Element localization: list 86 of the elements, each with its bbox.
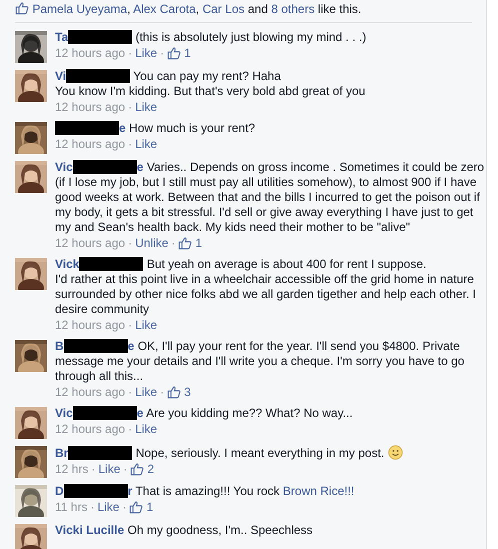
redaction-bar [68, 30, 132, 44]
author-link[interactable]: Vic [55, 160, 73, 174]
separator-dot: · [128, 421, 132, 437]
likes-text: like this. [318, 2, 362, 16]
mention-link[interactable]: Brown Rice!!! [282, 484, 354, 498]
thumbs-up-icon [178, 236, 192, 250]
comment-text: Vicki Lucille Oh my goodness, I'm.. Speechless [55, 523, 314, 538]
liker-link[interactable]: 8 others [271, 2, 315, 16]
comment-time: 12 hours ago [55, 421, 126, 437]
separator-dot: · [128, 45, 132, 61]
comment-text: Vic e Varies.. Depends on gross income . Sometimes it could be zero (if I lose my job, but I still must pay all utilities somehow), to almost 900 if I have good weeks at work. Between that and the bills I incurred to get the poison out if my body, it gets a bit stressful. I'd sell or give away everything I have just to get my and Sean's health back. My kids need their mother to be "alive" [55, 160, 486, 235]
author-link[interactable]: D [55, 484, 64, 498]
like-count: 2 [147, 461, 154, 477]
redaction-bar [68, 446, 132, 460]
like-count: 1 [184, 45, 191, 61]
comment-text: Br Nope, seriously. I meant everything in my post. [55, 445, 486, 461]
separator-dot: · [128, 317, 132, 333]
comment-time: 12 hours ago [55, 235, 126, 251]
like-link[interactable]: Like [135, 421, 158, 437]
like-count: 3 [184, 384, 191, 400]
thumbs-up-icon [167, 46, 182, 60]
likes-text: , [196, 2, 200, 16]
redaction-bar [55, 121, 119, 135]
liker-link[interactable]: Pamela Uyeyama [32, 2, 128, 16]
comment-time: 12 hrs [55, 461, 88, 477]
thumbs-up-icon [15, 1, 29, 15]
comment-text: Vi You can pay my rent? Haha You know I'm kidding. But that's very bold abd great of you [55, 69, 366, 99]
separator-dot: · [122, 499, 126, 515]
comment-text: Vick But yeah on average is about 400 for rent I suppose. I'd rather at this point live in a wheelchair accessible off the grid home in nature surrounded by other nice folks abd we all garden tigether and help each other. I desire community [55, 257, 477, 317]
like-link[interactable]: Unlike [135, 235, 168, 251]
redaction-bar [64, 339, 128, 353]
comment-text: Ta (this is absolutely just blowing my mind . . .) [55, 30, 368, 45]
author-link[interactable]: e [136, 406, 144, 420]
redaction-bar [79, 257, 144, 271]
thumbs-up-icon [129, 500, 144, 514]
separator-dot: · [128, 136, 132, 152]
liker-link[interactable]: Car Los [202, 2, 244, 16]
separator-dot: · [160, 45, 164, 61]
like-count: 1 [195, 235, 202, 251]
separator-dot: · [123, 461, 128, 477]
author-link[interactable]: r [128, 484, 132, 498]
likes-text: and [248, 2, 268, 16]
author-link[interactable]: Vi [55, 69, 66, 83]
separator-dot: · [128, 384, 132, 400]
likes-text: , [127, 2, 130, 16]
comment-time: 12 hours ago [55, 384, 126, 400]
author-link[interactable]: e [119, 121, 126, 135]
like-link[interactable]: Like [135, 317, 158, 333]
comment-time: 12 hours ago [55, 45, 126, 61]
liker-link[interactable]: Alex Carota [133, 2, 196, 16]
comment-text: D r That is amazing!!! You rock Brown Rice!!! [55, 484, 356, 499]
separator-dot: · [90, 499, 94, 515]
redaction-bar [72, 160, 137, 174]
author-link[interactable]: Ta [55, 30, 68, 44]
separator-dot: · [91, 461, 96, 477]
separator-dot: · [128, 235, 132, 251]
author-link[interactable]: e [136, 160, 144, 174]
comment-text: e How much is your rent? [55, 121, 486, 136]
smiley-icon [388, 445, 403, 460]
like-link[interactable]: Like [97, 499, 120, 515]
author-link[interactable]: e [128, 339, 134, 353]
redaction-bar [66, 69, 130, 83]
author-link[interactable]: Br [55, 446, 68, 460]
redaction-bar [72, 406, 137, 420]
author-link[interactable]: Vick [55, 257, 80, 271]
author-link[interactable]: Vicki Lucille [55, 523, 124, 537]
thumbs-up-icon [130, 462, 144, 476]
author-link[interactable]: B [55, 339, 64, 353]
comment-text: B e OK, I'll pay your rent for the year. I'll send you $4800. Private message me your details and I'll write you a cheque. I'm sorry you have to go through all this... [55, 339, 466, 384]
like-link[interactable]: Like [135, 136, 158, 152]
comment-text: Vic e Are you kidding me?? What? No way... [55, 406, 354, 421]
author-link[interactable]: Vic [55, 406, 73, 420]
separator-dot: · [160, 384, 164, 400]
comment-time: 12 hours ago [55, 317, 126, 333]
redaction-bar [64, 484, 128, 498]
comment-time: 12 hours ago [55, 136, 126, 152]
comment-time: 11 hrs [55, 499, 88, 515]
like-count: 1 [146, 499, 154, 515]
like-link[interactable]: Like [98, 461, 120, 477]
like-link[interactable]: Like [135, 99, 158, 115]
comment-time: 12 hours ago [55, 99, 126, 115]
like-link[interactable]: Like [135, 45, 158, 61]
separator-dot: · [128, 99, 132, 115]
like-link[interactable]: Like [135, 384, 158, 400]
thumbs-up-icon [167, 385, 182, 399]
separator-dot: · [171, 235, 176, 251]
